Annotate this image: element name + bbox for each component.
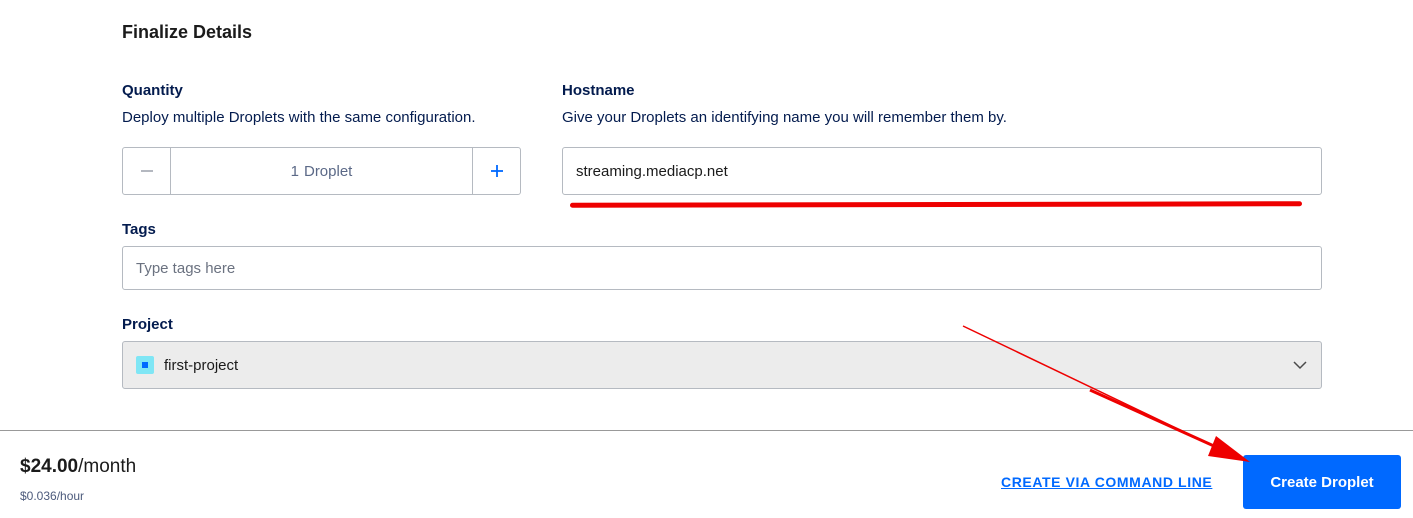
project-selected-value: first-project: [164, 356, 239, 374]
plus-icon: [490, 165, 503, 177]
increment-button[interactable]: [472, 148, 520, 194]
quantity-stepper: 1 Droplet: [122, 147, 521, 195]
hostname-input[interactable]: [562, 147, 1322, 195]
project-label: Project: [122, 316, 173, 333]
project-select[interactable]: first-project: [122, 341, 1322, 389]
hostname-label: Hostname: [562, 82, 635, 99]
section-title: Finalize Details: [122, 22, 253, 42]
price-amount: $24.00: [20, 456, 79, 477]
quantity-number: 1: [290, 162, 299, 180]
quantity-description: Deploy multiple Droplets with the same c…: [122, 109, 476, 126]
annotation-underline: [569, 201, 1303, 208]
chevron-down-icon: [1293, 361, 1307, 370]
price-period: /month: [78, 456, 137, 477]
monthly-price: $24.00/month: [20, 456, 136, 478]
footer-divider: [0, 430, 1413, 431]
hourly-price: $0.036/hour: [20, 489, 85, 503]
quantity-label: Quantity: [122, 82, 183, 99]
hostname-description: Give your Droplets an identifying name y…: [562, 109, 1007, 126]
create-via-command-line-link[interactable]: CREATE VIA COMMAND LINE: [1001, 474, 1212, 490]
project-square-icon: [136, 356, 154, 374]
minus-icon: [140, 170, 153, 172]
tags-input[interactable]: [122, 246, 1322, 290]
create-droplet-button[interactable]: Create Droplet: [1243, 455, 1401, 509]
decrement-button[interactable]: [123, 148, 171, 194]
quantity-unit: Droplet: [303, 162, 353, 180]
tags-label: Tags: [122, 221, 156, 238]
quantity-value[interactable]: 1 Droplet: [171, 148, 472, 194]
finalize-details-page: Finalize Details Quantity Deploy multipl…: [0, 0, 1413, 518]
